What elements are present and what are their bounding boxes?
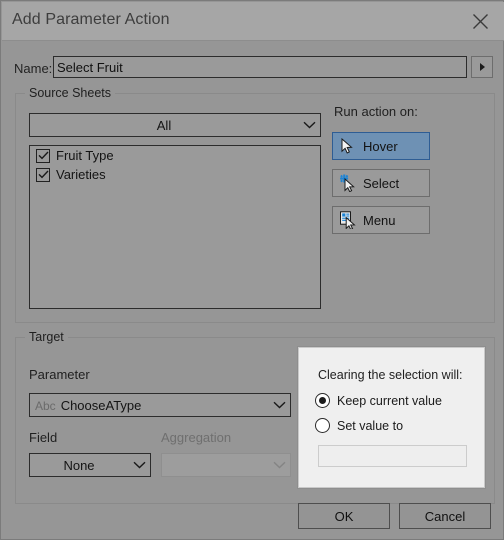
run-action-menu-button[interactable]: Menu: [332, 206, 430, 234]
field-value: None: [63, 457, 95, 473]
parameter-value-wrap: Abc ChooseAType: [30, 398, 268, 413]
parameter-value: ChooseAType: [60, 397, 142, 413]
run-action-select-button[interactable]: Select: [332, 169, 430, 197]
radio-unselected-icon[interactable]: [315, 418, 330, 433]
dialog-titlebar: Add Parameter Action: [2, 2, 504, 41]
checkbox-checked-icon[interactable]: [36, 148, 50, 163]
close-icon[interactable]: [458, 2, 502, 40]
source-sheets-listbox[interactable]: Fruit Type Varieties: [29, 145, 321, 309]
cursor-select-sparkle-icon: [333, 174, 363, 192]
cancel-button[interactable]: Cancel: [399, 503, 491, 529]
parameter-dropdown[interactable]: Abc ChooseAType: [29, 393, 291, 417]
list-item-label: Varieties: [56, 167, 106, 182]
name-expand-button[interactable]: [471, 56, 493, 78]
parameter-label: Parameter: [29, 367, 90, 382]
run-action-hover-button[interactable]: Hover: [332, 132, 430, 160]
aggregation-label: Aggregation: [161, 430, 232, 445]
checkbox-checked-icon[interactable]: [36, 167, 50, 182]
aggregation-dropdown: [161, 453, 291, 477]
clearing-selection-title: Clearing the selection will:: [318, 368, 463, 382]
set-value-input[interactable]: [318, 445, 467, 467]
chevron-down-icon: [268, 401, 290, 409]
cursor-menu-list-icon: [333, 211, 363, 229]
name-input[interactable]: [53, 56, 467, 78]
add-parameter-action-dialog: Add Parameter Action Name: Source Sheets…: [0, 0, 504, 540]
run-action-select-label: Select: [363, 175, 400, 191]
field-label: Field: [29, 430, 58, 445]
name-label: Name:: [14, 61, 53, 76]
clearing-selection-popup: Clearing the selection will: Keep curren…: [298, 347, 485, 488]
radio-set-value-to-label: Set value to: [337, 418, 404, 433]
radio-keep-current-value-label: Keep current value: [337, 393, 442, 408]
run-action-menu-label: Menu: [363, 212, 396, 228]
chevron-down-icon: [128, 461, 150, 469]
source-sheets-scope-value: All: [156, 117, 172, 133]
chevron-down-icon: [298, 121, 320, 129]
radio-selected-icon[interactable]: [315, 393, 330, 408]
chevron-down-icon: [268, 461, 290, 469]
abc-type-icon: Abc: [35, 398, 56, 413]
dialog-title: Add Parameter Action: [12, 11, 170, 28]
target-legend: Target: [25, 330, 68, 344]
run-action-hover-label: Hover: [363, 138, 398, 154]
ok-button[interactable]: OK: [298, 503, 390, 529]
cursor-arrow-icon: [333, 137, 363, 155]
field-dropdown[interactable]: None: [29, 453, 151, 477]
radio-keep-current-value[interactable]: Keep current value: [315, 393, 442, 408]
list-item[interactable]: Fruit Type: [30, 146, 320, 165]
source-sheets-legend: Source Sheets: [25, 86, 115, 100]
list-item-label: Fruit Type: [56, 148, 114, 163]
triangle-right-icon: [479, 63, 485, 71]
radio-set-value-to[interactable]: Set value to: [315, 418, 403, 433]
source-sheets-scope-dropdown[interactable]: All: [29, 113, 321, 137]
list-item[interactable]: Varieties: [30, 165, 320, 184]
run-action-on-label: Run action on:: [334, 104, 418, 119]
